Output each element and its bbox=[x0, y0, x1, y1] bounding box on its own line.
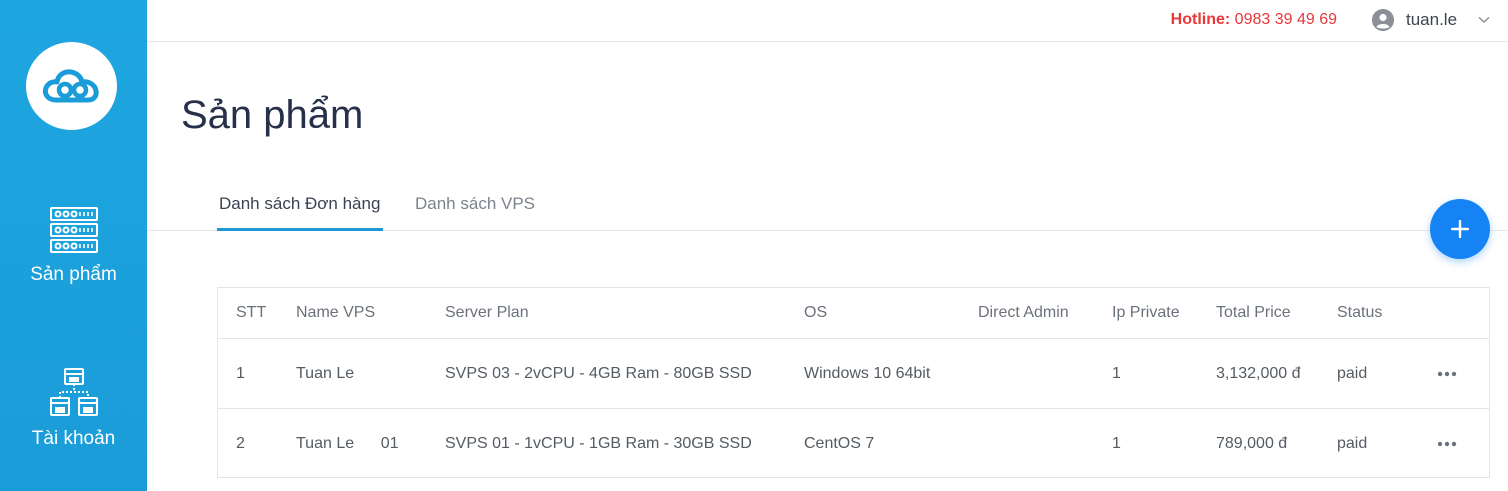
cell-stt: 1 bbox=[236, 364, 245, 382]
table-row[interactable]: 1 Tuan Le SVPS 03 - 2vCPU - 4GB Ram - 80… bbox=[218, 339, 1489, 409]
hotline: Hotline: 0983 39 49 69 bbox=[1171, 11, 1337, 29]
cell-name: Tuan Le 01 bbox=[296, 434, 399, 452]
cell-ip-private: 1 bbox=[1112, 364, 1121, 382]
column-header-os: OS bbox=[804, 304, 828, 321]
hotline-number[interactable]: 0983 39 49 69 bbox=[1235, 11, 1337, 28]
ellipsis-icon bbox=[1437, 371, 1457, 376]
cell-total-price: 3,132,000 đ bbox=[1216, 364, 1301, 382]
table-header-row: STT Name VPS Server Plan OS Direct Admin… bbox=[218, 288, 1489, 339]
plus-icon bbox=[1451, 220, 1469, 238]
row-actions-button[interactable] bbox=[1437, 339, 1457, 408]
ellipsis-icon bbox=[1437, 441, 1457, 446]
tab-vps[interactable]: Danh sách VPS bbox=[415, 194, 535, 228]
column-header-direct-admin: Direct Admin bbox=[978, 304, 1069, 321]
cell-os: Windows 10 64bit bbox=[804, 364, 931, 382]
username: tuan.le bbox=[1406, 10, 1458, 29]
cell-status: paid bbox=[1337, 434, 1368, 452]
cell-name: Tuan Le bbox=[296, 364, 355, 382]
tab-bar: Danh sách Đơn hàng Danh sách VPS bbox=[147, 180, 1508, 231]
page-title: Sản phẩm bbox=[181, 93, 364, 137]
chevron-down-icon bbox=[1478, 16, 1490, 24]
cell-status: paid bbox=[1337, 364, 1368, 382]
cell-total-price: 789,000 đ bbox=[1216, 434, 1288, 452]
cell-plan: SVPS 03 - 2vCPU - 4GB Ram - 80GB SSD bbox=[445, 364, 752, 382]
column-header-status: Status bbox=[1337, 304, 1383, 321]
tab-orders[interactable]: Danh sách Đơn hàng bbox=[217, 194, 384, 231]
cell-plan: SVPS 01 - 1vCPU - 1GB Ram - 30GB SSD bbox=[445, 434, 752, 452]
column-header-total-price: Total Price bbox=[1216, 304, 1291, 321]
logo[interactable] bbox=[26, 42, 117, 130]
column-header-plan: Server Plan bbox=[445, 304, 529, 321]
server-icon bbox=[49, 207, 98, 253]
sidebar-item-account[interactable]: Tài khoản bbox=[0, 366, 147, 450]
cell-stt: 2 bbox=[236, 434, 245, 452]
row-actions-button[interactable] bbox=[1437, 409, 1457, 478]
topbar: Hotline: 0983 39 49 69 tuan.le bbox=[147, 0, 1508, 42]
column-header-name: Name VPS bbox=[296, 304, 376, 321]
avatar-icon bbox=[1372, 9, 1394, 31]
sidebar-item-label: Tài khoản bbox=[31, 428, 116, 449]
cloud-logo-icon bbox=[42, 69, 99, 103]
sidebar: Sản phẩm Tài khoản bbox=[0, 0, 147, 491]
user-menu[interactable]: tuan.le bbox=[1372, 8, 1490, 32]
column-header-ip-private: Ip Private bbox=[1112, 304, 1180, 321]
orders-table: STT Name VPS Server Plan OS Direct Admin… bbox=[217, 287, 1490, 478]
sidebar-item-label: Sản phẩm bbox=[30, 264, 117, 285]
cell-os: CentOS 7 bbox=[804, 434, 875, 452]
add-button[interactable] bbox=[1430, 199, 1490, 259]
hotline-label: Hotline: bbox=[1170, 11, 1231, 28]
table-row[interactable]: 2 Tuan Le 01 SVPS 01 - 1vCPU - 1GB Ram -… bbox=[218, 409, 1489, 478]
sidebar-item-products[interactable]: Sản phẩm bbox=[0, 206, 147, 286]
account-network-icon bbox=[49, 368, 98, 416]
column-header-stt: STT bbox=[236, 304, 267, 321]
cell-ip-private: 1 bbox=[1112, 434, 1121, 452]
